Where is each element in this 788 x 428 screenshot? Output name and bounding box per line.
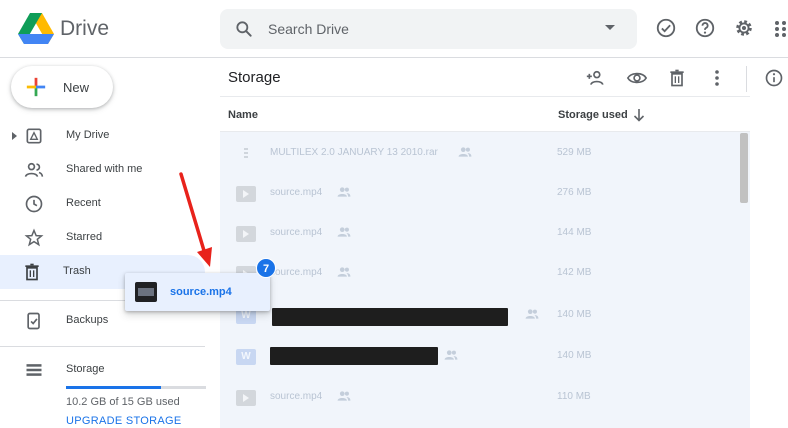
search-input[interactable] <box>268 18 588 40</box>
star-icon <box>24 228 44 247</box>
drive-logo-icon[interactable] <box>18 13 54 45</box>
table-row[interactable]: MULTILEX 2.0 JANUARY 13 2010.rar 529 MB <box>220 134 740 174</box>
toolbar-divider <box>746 66 747 92</box>
file-size: 110 MB <box>557 391 591 402</box>
add-person-icon[interactable] <box>585 68 607 88</box>
shared-icon <box>337 187 351 197</box>
sidebar-item-label: Shared with me <box>66 163 143 175</box>
red-arrow-annotation-icon <box>179 172 212 267</box>
table-row[interactable]: source.mp4 142 MB <box>220 254 740 294</box>
file-size: 142 MB <box>557 267 592 278</box>
shared-icon <box>337 227 351 237</box>
search-options-icon[interactable] <box>605 25 615 30</box>
file-size: 140 MB <box>557 309 592 320</box>
new-button-label: New <box>63 80 90 95</box>
plus-icon <box>26 77 46 97</box>
column-header-storage-used[interactable]: Storage used <box>558 109 628 121</box>
shared-icon <box>444 350 458 360</box>
info-icon[interactable] <box>764 68 784 88</box>
table-row[interactable]: W 140 MB <box>220 337 740 377</box>
storage-progress-bar <box>66 386 206 389</box>
drag-count-badge: 7 <box>256 258 276 278</box>
video-file-icon <box>236 186 256 202</box>
clock-icon <box>25 195 43 213</box>
sidebar-item-label: Recent <box>66 197 101 209</box>
file-name: source.mp4 <box>270 267 323 278</box>
column-header-name[interactable]: Name <box>228 109 258 121</box>
top-bar: Drive <box>0 0 788 58</box>
shared-icon <box>458 147 472 157</box>
storage-used-text: 10.2 GB of 15 GB used <box>66 396 180 408</box>
header-divider <box>220 96 750 97</box>
sidebar-item-label: My Drive <box>66 129 110 141</box>
sort-descending-icon[interactable] <box>632 108 646 122</box>
file-size: 140 MB <box>557 350 592 361</box>
upgrade-storage-link[interactable]: UPGRADE STORAGE <box>66 415 182 427</box>
expand-caret-icon[interactable] <box>12 132 17 140</box>
backups-icon <box>27 312 40 330</box>
help-icon[interactable] <box>694 17 716 39</box>
drag-preview-card[interactable]: source.mp4 <box>125 273 270 311</box>
scrollbar-thumb[interactable] <box>740 133 748 203</box>
new-button[interactable]: New <box>11 66 113 108</box>
word-doc-icon: W <box>236 349 256 365</box>
file-size: 276 MB <box>557 187 592 198</box>
file-size: 144 MB <box>557 227 592 238</box>
archive-file-icon <box>240 146 252 162</box>
sidebar-item-label: Trash <box>63 265 91 277</box>
redacted-filename <box>272 308 508 326</box>
my-drive-icon <box>26 128 42 144</box>
table-row[interactable]: source.mp4 110 MB <box>220 378 740 418</box>
video-thumbnail-icon <box>135 282 157 302</box>
shared-icon <box>337 391 351 401</box>
table-row[interactable]: source.mp4 276 MB <box>220 174 740 214</box>
storage-progress-fill <box>66 386 162 389</box>
file-name: source.mp4 <box>270 187 323 198</box>
shared-icon <box>24 162 44 177</box>
drag-file-name: source.mp4 <box>170 286 232 298</box>
search-icon[interactable] <box>234 19 254 39</box>
more-icon[interactable] <box>713 68 721 88</box>
redacted-filename <box>270 347 438 365</box>
sidebar-item-my-drive[interactable]: My Drive <box>0 119 205 153</box>
shared-icon <box>525 309 539 319</box>
sidebar-item-label: Storage <box>66 363 105 375</box>
search-bar[interactable] <box>220 9 637 49</box>
file-name: MULTILEX 2.0 JANUARY 13 2010.rar <box>270 147 438 158</box>
file-size: 529 MB <box>557 147 592 158</box>
check-circle-icon[interactable] <box>655 17 677 39</box>
page-title: Storage <box>228 69 281 86</box>
table-row[interactable]: W 140 MB <box>220 296 740 336</box>
sidebar-item-label: Backups <box>66 314 109 326</box>
settings-icon[interactable] <box>733 17 755 39</box>
sidebar-item-label: Starred <box>66 231 103 243</box>
shared-icon <box>337 267 351 277</box>
preview-icon[interactable] <box>625 68 649 88</box>
video-file-icon <box>236 390 256 406</box>
sidebar-item-storage[interactable]: Storage <box>0 353 205 387</box>
video-file-icon <box>236 226 256 242</box>
delete-icon[interactable] <box>667 68 687 88</box>
drive-brand-name[interactable]: Drive <box>60 17 109 41</box>
file-name: source.mp4 <box>270 391 323 402</box>
sidebar-divider <box>0 346 205 347</box>
table-row[interactable]: source.mp4 144 MB <box>220 214 740 254</box>
apps-icon[interactable] <box>774 20 788 38</box>
file-name: source.mp4 <box>270 227 323 238</box>
trash-icon <box>25 263 39 281</box>
storage-icon <box>26 364 42 376</box>
